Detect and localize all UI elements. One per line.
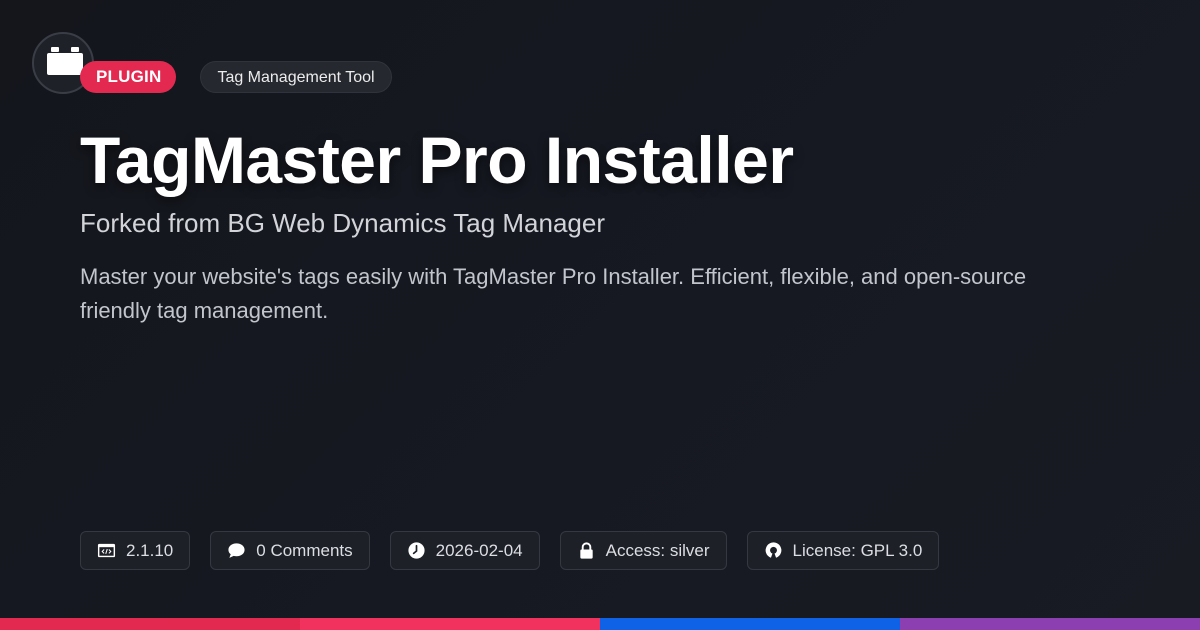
open-source-icon xyxy=(765,542,781,558)
license-label: License: GPL 3.0 xyxy=(792,540,923,560)
color-bar-segment xyxy=(0,618,300,630)
comments-label: 0 Comments xyxy=(256,540,353,560)
speech-bubble-icon xyxy=(228,543,245,558)
code-window-icon xyxy=(97,543,116,558)
comments-pill[interactable]: 0 Comments xyxy=(210,531,370,570)
access-label: Access: silver xyxy=(605,540,710,560)
meta-row: 2.1.10 0 Comments 2026-02-04 Access: sil… xyxy=(80,531,940,570)
color-bar-segment xyxy=(300,618,600,630)
color-bar-segment xyxy=(600,618,900,630)
clock-icon xyxy=(408,542,425,559)
category-badge[interactable]: Tag Management Tool xyxy=(200,61,392,93)
page-title: TagMaster Pro Installer xyxy=(80,123,794,197)
subtitle: Forked from BG Web Dynamics Tag Manager xyxy=(80,208,606,238)
lock-icon xyxy=(579,542,593,559)
plugin-type-badge: PLUGIN xyxy=(80,61,177,93)
date-pill: 2026-02-04 xyxy=(389,531,540,570)
color-bar-segment xyxy=(900,618,1200,630)
version-pill: 2.1.10 xyxy=(80,531,191,570)
description: Master your website's tags easily with T… xyxy=(80,264,1027,323)
license-pill: License: GPL 3.0 xyxy=(746,531,940,570)
access-pill: Access: silver xyxy=(559,531,727,570)
version-label: 2.1.10 xyxy=(126,540,174,560)
date-label: 2026-02-04 xyxy=(435,540,523,560)
badge-row: PLUGIN Tag Management Tool xyxy=(80,61,392,93)
bottom-color-bar xyxy=(0,618,1200,630)
